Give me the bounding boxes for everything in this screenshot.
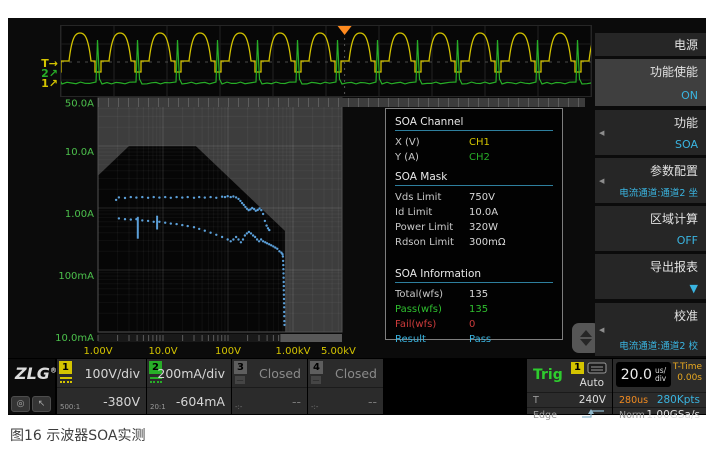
vds-limit-row: Vds Limit 750V — [395, 190, 553, 205]
ch4-offset: -- — [368, 394, 377, 409]
plot-top-ruler — [98, 98, 585, 107]
zlg-logo: ZLG® — [15, 364, 57, 383]
rdson-limit-row: Rdson Limit 300mΩ — [395, 235, 553, 250]
channel1-status[interactable]: 1 100V/div -380V 500:1 — [57, 359, 146, 414]
figure-caption: 图16 示波器SOA实测 — [10, 425, 146, 445]
overview-waveform — [61, 26, 591, 96]
svg-text:1.00kV: 1.00kV — [276, 346, 311, 357]
ch3-scale: Closed — [259, 366, 301, 381]
sidebar-item-calibration[interactable]: ◀ 校准 电流通道:通道2 校 — [595, 303, 706, 356]
svg-text:1.00A: 1.00A — [65, 209, 94, 220]
channel3-status[interactable]: 3 — Closed -- -:- — [232, 359, 307, 414]
chevron-left-icon: ◀ — [599, 177, 604, 185]
power-limit-row: Power Limit 320W — [395, 220, 553, 235]
svg-text:10.0V: 10.0V — [148, 346, 177, 357]
window-length: 280us — [619, 395, 648, 406]
ch3-badge: 3 — [234, 361, 247, 374]
sidebar-item-param-config[interactable]: ◀ 参数配置 电流通道:通道2 坐 — [595, 158, 706, 203]
sidebar-item-area-calc[interactable]: 区域计算 OFF — [595, 206, 706, 251]
trigger-level-row: T 240V — [527, 392, 612, 407]
ch1-coupling-icon — [60, 377, 72, 382]
trigger-type-row: Edge — [527, 407, 612, 417]
trigger-mode: Auto — [580, 377, 604, 389]
scroll-up-icon[interactable] — [580, 330, 592, 337]
soa-x-row: X (V) CH1 — [395, 135, 553, 150]
pass-wfs-row: Pass(wfs) 135 — [395, 302, 553, 317]
chevron-left-icon: ◀ — [599, 326, 604, 334]
soa-y-row: Y (A) CH2 — [395, 150, 553, 165]
pointer-icon[interactable]: ↖ — [32, 396, 51, 412]
trigger-status[interactable]: Trig 1 Auto T 240V Edge — [527, 359, 612, 414]
oscilloscope-screen: T→ 2↗ 1↗ 50.0A 10.0A 1.00A 100mA 10.0mA 1.00V… — [8, 18, 706, 415]
touch-icon[interactable]: ◎ — [11, 396, 30, 412]
total-wfs-row: Total(wfs) 135 — [395, 287, 553, 302]
sample-rate: 1.00GSa/s — [646, 409, 700, 421]
memory-depth: 280Kpts — [657, 394, 700, 406]
soa-plot: 50.0A 10.0A 1.00A 100mA 10.0mA 1.00V 10.0V 100V… — [18, 88, 368, 364]
chevron-down-icon: ▼ — [690, 282, 698, 295]
sidebar-item-export-report[interactable]: 导出报表 ▼ — [595, 254, 706, 299]
ch4-badge: 4 — [310, 361, 323, 374]
timebase-acq-row: Norm 1.00GSa/s — [613, 407, 706, 417]
status-bar: ZLG® ◎ ↖ 1 100V/div -380V 500:1 2 200mA/… — [8, 358, 706, 415]
trigger-source-badge: 1 — [571, 362, 584, 374]
channel2-status[interactable]: 2 200mA/div -604mA 20:1 — [147, 359, 231, 414]
svg-text:100V: 100V — [215, 346, 241, 357]
trigger-position-marker — [338, 26, 352, 35]
timebase-scale: 20.0 us/div — [616, 362, 671, 387]
soa-info-panel: SOA Channel X (V) CH1 Y (A) CH2 SOA Mask… — [385, 108, 563, 340]
brand-logo: ZLG® ◎ ↖ — [8, 359, 55, 414]
ch1-offset: -380V — [103, 394, 140, 409]
svg-text:10.0A: 10.0A — [65, 147, 94, 158]
fail-wfs-row: Fail(wfs) 0 — [395, 317, 553, 332]
soa-information-title: SOA Information — [395, 268, 553, 283]
timebase-unit: us/div — [655, 367, 666, 382]
svg-text:1.00V: 1.00V — [83, 346, 112, 357]
id-limit-row: Id Limit 10.0A — [395, 205, 553, 220]
waveform-overview-panel[interactable] — [60, 25, 592, 97]
ch2-scale: 200mA/div — [157, 366, 225, 381]
svg-text:100mA: 100mA — [58, 271, 94, 282]
chevron-left-icon: ◀ — [599, 129, 604, 137]
scroll-down-icon[interactable] — [580, 339, 592, 346]
svg-text:5.00kV: 5.00kV — [321, 346, 356, 357]
timebase-status[interactable]: 20.0 us/div T-Time0.00s 280us 280Kpts No… — [613, 359, 706, 414]
acquisition-mode: Norm — [619, 410, 645, 421]
ch1-scale: 100V/div — [85, 366, 140, 381]
channel4-status[interactable]: 4 — Closed -- -:- — [308, 359, 383, 414]
ch1-probe-ratio: 500:1 — [60, 403, 80, 411]
rising-edge-icon — [580, 408, 606, 419]
trigger-coupling-icon — [587, 362, 607, 374]
menu-sidebar: 电源 功能使能 ON ◀ 功能 SOA ◀ 参数配置 电流通道:通道2 坐 区域… — [595, 18, 706, 358]
soa-channel-title: SOA Channel — [395, 116, 553, 131]
ch3-coupling-icon: — — [235, 376, 245, 384]
sidebar-item-function[interactable]: ◀ 功能 SOA — [595, 110, 706, 155]
sidebar-item-power[interactable]: 电源 — [595, 33, 706, 56]
sidebar-item-function-enable[interactable]: 功能使能 ON — [595, 59, 706, 106]
ch2-probe-ratio: 20:1 — [150, 403, 166, 411]
channel-markers: T→ 2↗ 1↗ — [22, 59, 58, 89]
soa-mask-title: SOA Mask — [395, 171, 553, 186]
ch4-scale: Closed — [335, 366, 377, 381]
trigger-level-value: 240V — [579, 394, 606, 406]
ch3-offset: -- — [292, 394, 301, 409]
ch2-offset: -604mA — [176, 394, 225, 409]
ch3-probe-ratio: -:- — [235, 403, 242, 411]
result-row: Result Pass — [395, 332, 553, 347]
trigger-time: T-Time0.00s — [673, 362, 702, 384]
trigger-label: Trig — [533, 367, 563, 383]
ch1-badge: 1 — [59, 361, 72, 374]
screenshot-page: T→ 2↗ 1↗ 50.0A 10.0A 1.00A 100mA 10.0mA 1.00V… — [0, 0, 710, 459]
timebase-window-row: 280us 280Kpts — [613, 392, 706, 407]
svg-text:10.0mA: 10.0mA — [55, 333, 94, 344]
svg-text:50.0A: 50.0A — [65, 99, 94, 110]
ch4-probe-ratio: -:- — [311, 403, 318, 411]
ch4-coupling-icon: — — [311, 376, 321, 384]
